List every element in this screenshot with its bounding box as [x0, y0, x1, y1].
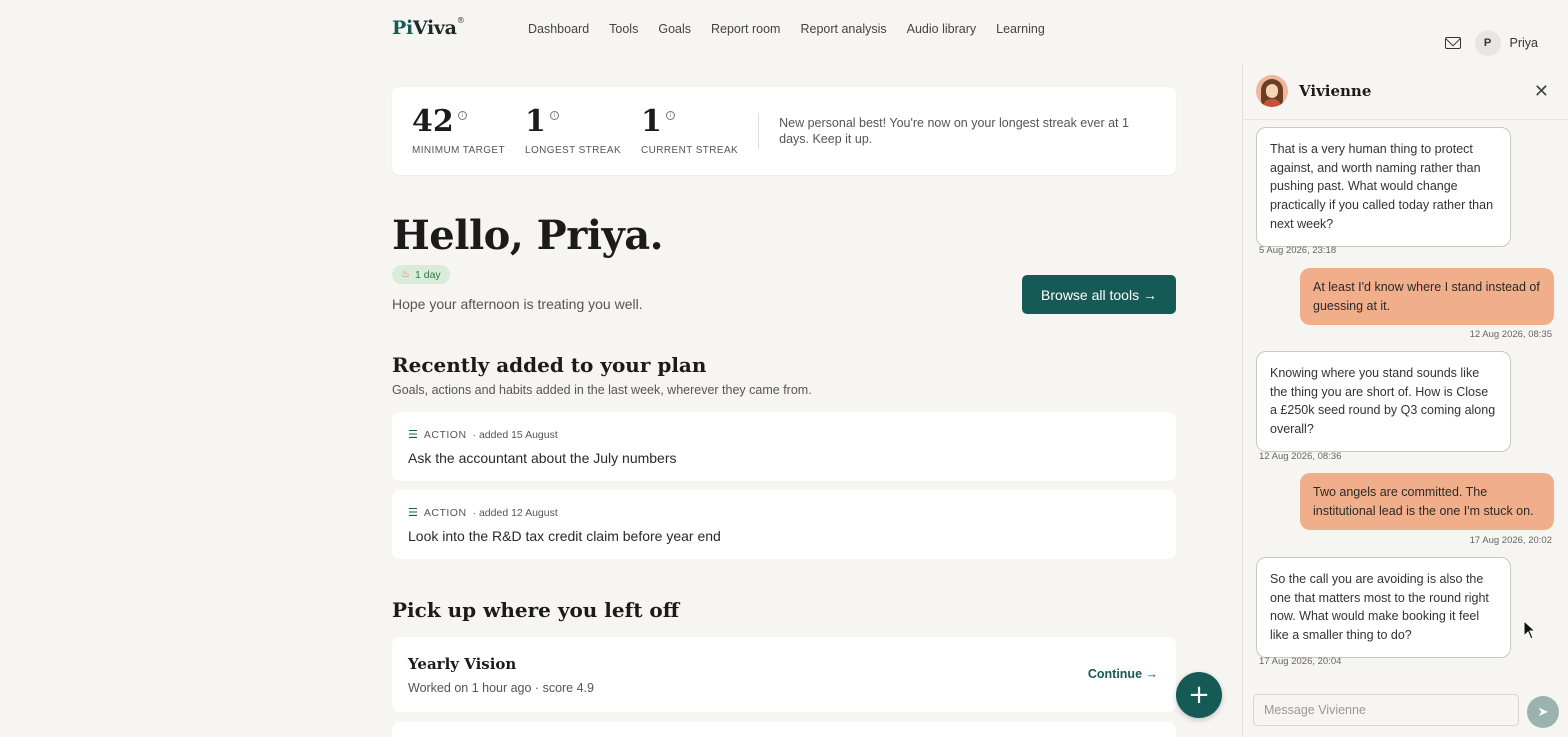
checklist-icon: ☰	[408, 429, 418, 441]
browse-all-tools-button[interactable]: Browse all tools →	[1022, 275, 1176, 314]
plan-item-type: ACTION	[423, 428, 467, 441]
stat-longest-streak: 1i Longest streak	[525, 103, 622, 156]
pickup-section-title: Pick up where you left off	[392, 598, 680, 622]
logo-pi: Pi	[392, 17, 413, 39]
user-menu[interactable]: P Priya	[1474, 30, 1538, 56]
flame-icon: ♨	[401, 269, 410, 280]
mail-icon[interactable]	[1444, 37, 1461, 49]
plan-item-title: Ask the accountant about the July number…	[408, 450, 677, 466]
greeting-subtitle: Hope your afternoon is treating you well…	[392, 296, 643, 312]
mouse-cursor-icon	[1523, 619, 1537, 640]
streak-badge-label: 1 day	[414, 268, 441, 281]
page-title: Hello, Priya.	[392, 212, 664, 259]
streak-badge: ♨ 1 day	[392, 265, 450, 284]
header-actions: P Priya	[1444, 30, 1538, 56]
nav-audio-library[interactable]: Audio library	[907, 22, 976, 36]
user-name: Priya	[1509, 36, 1538, 50]
chat-message-input[interactable]	[1253, 694, 1519, 726]
message-timestamp: 17 Aug 2026, 20:02	[1469, 535, 1552, 546]
stat-value: 1	[641, 103, 662, 139]
chat-message-coach: Knowing where you stand sounds like the …	[1256, 351, 1511, 452]
stat-value: 42	[412, 103, 454, 139]
chat-message-user: Two angels are committed. The institutio…	[1300, 473, 1554, 531]
chat-message-coach: So the call you are avoiding is also the…	[1256, 557, 1511, 658]
pickup-item[interactable]: Yearly Vision Worked on 1 hour ago · sco…	[392, 637, 1176, 712]
pickup-item-title: Yearly Vision	[408, 655, 517, 673]
stat-label: Current streak	[641, 144, 739, 156]
info-icon[interactable]: i	[549, 110, 559, 120]
logo-rest: Viva	[412, 17, 457, 39]
nav-dashboard[interactable]: Dashboard	[528, 22, 589, 36]
plan-item[interactable]: ☰ ACTION · added 12 August Look into the…	[392, 490, 1176, 559]
pickup-item-meta: Worked on 1 hour ago · score 4.9	[408, 681, 594, 695]
recent-section-subtitle: Goals, actions and habits added in the l…	[392, 383, 812, 397]
logo[interactable]: PiViva®	[392, 15, 465, 39]
plus-icon: +	[1188, 680, 1210, 710]
stats-divider	[758, 113, 760, 149]
plan-item-title: Look into the R&D tax credit claim befor…	[408, 528, 721, 544]
plan-item[interactable]: ☰ ACTION · added 15 August Ask the accou…	[392, 412, 1176, 481]
message-timestamp: 12 Aug 2026, 08:35	[1469, 329, 1552, 340]
stat-current-streak: 1i Current streak	[641, 103, 739, 156]
nav-tools[interactable]: Tools	[609, 22, 638, 36]
coach-avatar	[1256, 75, 1288, 107]
send-button[interactable]: ➤	[1527, 696, 1559, 728]
add-fab-button[interactable]: +	[1176, 672, 1222, 718]
stat-minimum-target: 42 i Minimum target	[412, 103, 506, 156]
info-icon[interactable]: i	[665, 110, 675, 120]
message-timestamp: 17 Aug 2026, 20:04	[1259, 656, 1342, 667]
streak-message: New personal best! You're now on your lo…	[779, 116, 1129, 146]
nav-report-room[interactable]: Report room	[711, 22, 780, 36]
checklist-icon: ☰	[408, 507, 418, 519]
nav-learning[interactable]: Learning	[996, 22, 1045, 36]
logo-mark: ®	[456, 15, 465, 25]
chat-header: Vivienne ✕	[1243, 64, 1568, 120]
coach-chat-panel: Vivienne ✕ That is a very human thing to…	[1242, 64, 1568, 737]
plan-item-date: · added 12 August	[472, 506, 558, 519]
coach-name: Vivienne	[1299, 82, 1372, 100]
plan-item-type: ACTION	[423, 506, 467, 519]
chat-message-user: At least I'd know where I stand instead …	[1300, 268, 1554, 326]
main-nav: Dashboard Tools Goals Report room Report…	[528, 22, 1045, 36]
streak-stats-card: 42 i Minimum target 1i Longest streak 1i …	[392, 87, 1176, 175]
stat-value: 1	[525, 103, 546, 139]
message-timestamp: 5 Aug 2026, 23:18	[1259, 245, 1337, 256]
pickup-item-partial[interactable]	[392, 722, 1176, 737]
avatar: P	[1474, 30, 1501, 56]
continue-link[interactable]: Continue →	[1088, 667, 1158, 681]
info-icon[interactable]: i	[457, 110, 467, 120]
chat-message-coach: That is a very human thing to protect ag…	[1256, 127, 1511, 247]
plan-item-date: · added 15 August	[472, 428, 558, 441]
stat-label: Longest streak	[525, 144, 622, 156]
close-icon[interactable]: ✕	[1534, 81, 1549, 102]
send-icon: ➤	[1537, 704, 1549, 720]
nav-report-analysis[interactable]: Report analysis	[800, 22, 886, 36]
message-timestamp: 12 Aug 2026, 08:36	[1259, 451, 1342, 462]
nav-goals[interactable]: Goals	[658, 22, 691, 36]
stat-label: Minimum target	[412, 144, 506, 156]
recent-section-title: Recently added to your plan	[392, 353, 707, 377]
